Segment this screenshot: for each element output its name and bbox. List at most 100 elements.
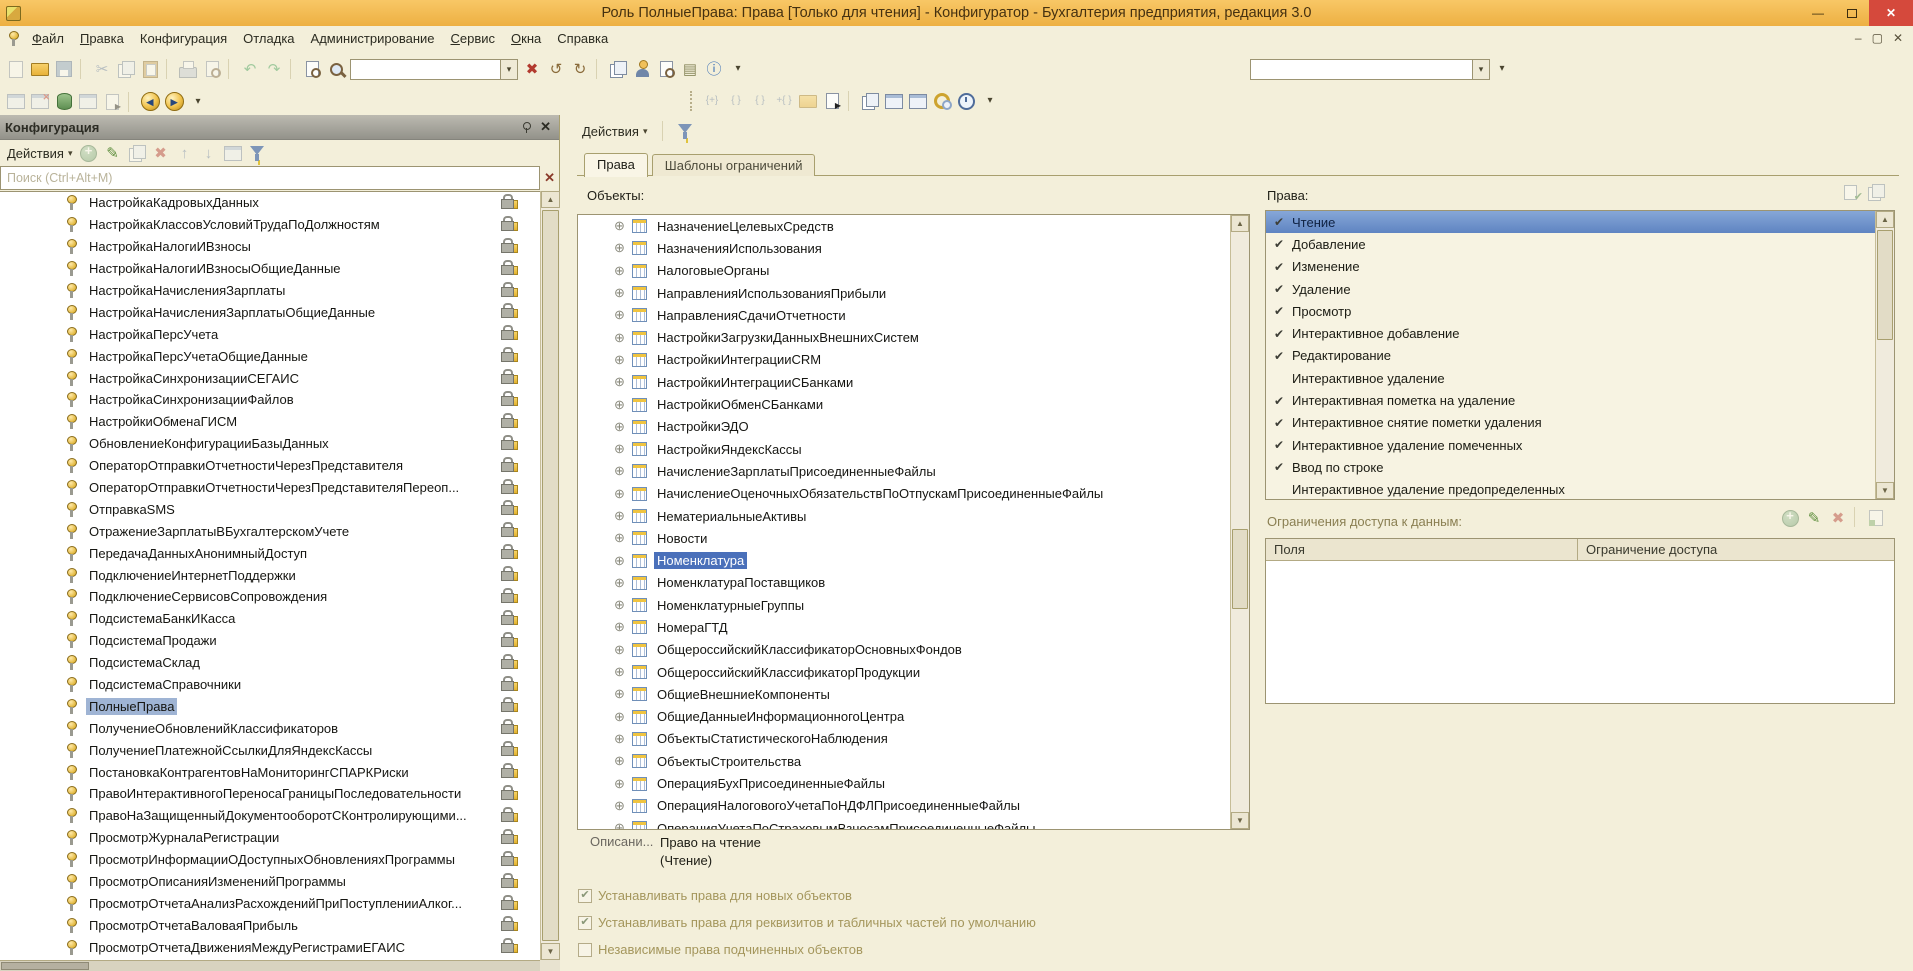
column-header-restriction[interactable]: Ограничение доступа bbox=[1578, 539, 1725, 560]
document-run-button[interactable] bbox=[100, 91, 124, 113]
right-row[interactable]: ✔ Интерактивная пометка на удаление bbox=[1266, 389, 1894, 411]
expand-icon[interactable]: ⊕ bbox=[614, 820, 632, 830]
restriction-template-button[interactable] bbox=[1864, 507, 1888, 529]
tree-row[interactable]: НастройкаКлассовУсловийТрудаПоДолжностям bbox=[0, 214, 540, 236]
drag-handle[interactable] bbox=[690, 91, 697, 111]
tree-row[interactable]: НастройкаПерсУчетаОбщиеДанные bbox=[0, 345, 540, 367]
save-button[interactable] bbox=[52, 58, 76, 80]
search-dropdown-button[interactable]: ▾ bbox=[500, 59, 518, 80]
separator[interactable] bbox=[128, 92, 135, 112]
scroll-down-icon[interactable]: ▼ bbox=[1876, 482, 1894, 499]
separator[interactable] bbox=[1854, 507, 1861, 527]
expand-icon[interactable]: ⊕ bbox=[614, 285, 632, 301]
scroll-down-icon[interactable]: ▼ bbox=[541, 943, 560, 960]
goto-folder-button[interactable] bbox=[796, 90, 820, 112]
tree-row[interactable]: ПолучениеОбновленийКлассификаторов bbox=[0, 717, 540, 739]
tree-row[interactable]: НастройкаНалогиИВзносы bbox=[0, 236, 540, 258]
object-row[interactable]: ⊕ НалоговыеОрганы bbox=[578, 260, 1249, 282]
modules-button[interactable]: ▤ bbox=[678, 58, 702, 80]
object-row[interactable]: ⊕ НастройкиОбменСБанками bbox=[578, 393, 1249, 415]
expand-icon[interactable]: ⊕ bbox=[614, 463, 632, 479]
restriction-edit-button[interactable]: ✎ bbox=[1802, 507, 1826, 529]
syntax-helper-button[interactable] bbox=[630, 58, 654, 80]
scroll-up-icon[interactable]: ▲ bbox=[541, 191, 560, 208]
separator[interactable] bbox=[228, 59, 235, 79]
expand-icon[interactable]: ⊕ bbox=[614, 619, 632, 635]
tree-row[interactable]: ПросмотрИнформацииОДоступныхОбновленияхП… bbox=[0, 849, 540, 871]
expand-icon[interactable]: ⊕ bbox=[614, 218, 632, 234]
tree-row[interactable]: ПодсистемаПродажи bbox=[0, 630, 540, 652]
right-row[interactable]: ✔ Просмотр bbox=[1266, 300, 1894, 322]
right-row[interactable]: ✔ Добавление bbox=[1266, 233, 1894, 255]
expand-icon[interactable]: ⊕ bbox=[614, 597, 632, 613]
find-button[interactable] bbox=[324, 58, 348, 80]
separator[interactable] bbox=[848, 91, 855, 111]
check-all-button[interactable] bbox=[1840, 181, 1864, 203]
right-row[interactable]: ✔ Удаление bbox=[1266, 278, 1894, 300]
tree-row[interactable]: ОператорОтправкиОтчетностиЧерезПредстави… bbox=[0, 455, 540, 477]
object-row[interactable]: ⊕ НаправленияИспользованияПрибыли bbox=[578, 282, 1249, 304]
find-in-document-button[interactable] bbox=[300, 58, 324, 80]
tree-row[interactable]: ОтправкаSMS bbox=[0, 498, 540, 520]
tree-row[interactable]: НастройкаСинхронизацииФайлов bbox=[0, 389, 540, 411]
tree-horizontal-scrollbar[interactable] bbox=[0, 960, 540, 971]
database-button[interactable] bbox=[52, 91, 76, 113]
expand-icon[interactable]: ⊕ bbox=[614, 352, 632, 368]
tab[interactable]: Шаблоны ограничений bbox=[652, 154, 816, 176]
print-button[interactable] bbox=[176, 58, 200, 80]
find-previous-button[interactable]: ↺ bbox=[544, 58, 568, 80]
filter-button[interactable] bbox=[245, 142, 269, 164]
actions-menu-button[interactable]: Действия ▾ bbox=[3, 144, 77, 163]
object-row[interactable]: ⊕ ОбщиеДанныеИнформационногоЦентра bbox=[578, 706, 1249, 728]
tree-row[interactable]: ПолучениеПлатежнойСсылкиДляЯндексКассы bbox=[0, 739, 540, 761]
proc-block-button[interactable]: { } bbox=[724, 90, 748, 112]
object-row[interactable]: ⊕ ОбщероссийскийКлассификаторОсновныхФон… bbox=[578, 639, 1249, 661]
right-row[interactable]: ✔ Интерактивное удаление bbox=[1266, 367, 1894, 389]
nav-caret[interactable]: ▾ bbox=[186, 91, 210, 113]
object-row[interactable]: ⊕ НомераГТД bbox=[578, 616, 1249, 638]
window-copy2-button[interactable] bbox=[906, 90, 930, 112]
expand-icon[interactable]: ⊕ bbox=[614, 664, 632, 680]
rights-vertical-scrollbar[interactable]: ▲ ▼ bbox=[1875, 211, 1894, 499]
restriction-add-button[interactable] bbox=[1778, 507, 1802, 529]
menu-item[interactable]: Администрирование bbox=[303, 29, 443, 48]
restriction-delete-button[interactable]: ✖ bbox=[1826, 507, 1850, 529]
object-row[interactable]: ⊕ НастройкиИнтеграцииCRM bbox=[578, 349, 1249, 371]
delete-button[interactable]: ✖ bbox=[149, 142, 173, 164]
object-row[interactable]: ⊕ Номенклатура bbox=[578, 549, 1249, 571]
window-copy-button[interactable] bbox=[882, 90, 906, 112]
object-row[interactable]: ⊕ НастройкиЭДО bbox=[578, 416, 1249, 438]
object-row[interactable]: ⊕ НазначениеЦелевыхСредств bbox=[578, 215, 1249, 237]
proc-end-button[interactable]: { } bbox=[748, 90, 772, 112]
expand-icon[interactable]: ⊕ bbox=[614, 263, 632, 279]
move-down-button[interactable]: ↓ bbox=[197, 142, 221, 164]
undo-button[interactable]: ↶ bbox=[238, 58, 262, 80]
filter-button[interactable] bbox=[673, 120, 697, 142]
tree-row[interactable]: НастройкаПерсУчета bbox=[0, 323, 540, 345]
tree-row[interactable]: ПравоНаЗащищенныйДокументооборотСКонтрол… bbox=[0, 805, 540, 827]
expand-icon[interactable]: ⊕ bbox=[614, 240, 632, 256]
right-row[interactable]: ✔ Редактирование bbox=[1266, 345, 1894, 367]
right-row[interactable]: ✔ Интерактивное снятие пометки удаления bbox=[1266, 412, 1894, 434]
list-button[interactable] bbox=[221, 142, 245, 164]
new-document-button[interactable] bbox=[4, 58, 28, 80]
object-row[interactable]: ⊕ НастройкиИнтеграцииСБанками bbox=[578, 371, 1249, 393]
copy-button[interactable] bbox=[114, 58, 138, 80]
object-row[interactable]: ⊕ ОбъектыСтатистическогоНаблюдения bbox=[578, 728, 1249, 750]
column-header-fields[interactable]: Поля bbox=[1266, 539, 1578, 560]
tree-vertical-scrollbar[interactable]: ▲ ▼ bbox=[540, 191, 560, 960]
proc-begin-button[interactable]: {+} bbox=[700, 90, 724, 112]
paste-button[interactable] bbox=[138, 58, 162, 80]
separator[interactable] bbox=[166, 59, 173, 79]
tree-row[interactable]: ПередачаДанныхАнонимныйДоступ bbox=[0, 542, 540, 564]
tab[interactable]: Права bbox=[584, 153, 648, 177]
expand-icon[interactable]: ⊕ bbox=[614, 642, 632, 658]
tree-row[interactable]: ПодключениеИнтернетПоддержки bbox=[0, 564, 540, 586]
right-row[interactable]: ✔ Интерактивное удаление предопределенны… bbox=[1266, 479, 1894, 500]
object-row[interactable]: ⊕ ОбщиеВнешниеКомпоненты bbox=[578, 683, 1249, 705]
edit-button[interactable]: ✎ bbox=[101, 142, 125, 164]
tree-row[interactable]: ПросмотрОписанияИзмененийПрограммы bbox=[0, 871, 540, 893]
tree-row[interactable]: НастройкиОбменаГИСМ bbox=[0, 411, 540, 433]
object-row[interactable]: ⊕ ОперацияБухПрисоединенныеФайлы bbox=[578, 772, 1249, 794]
close-window-button[interactable] bbox=[28, 91, 52, 113]
